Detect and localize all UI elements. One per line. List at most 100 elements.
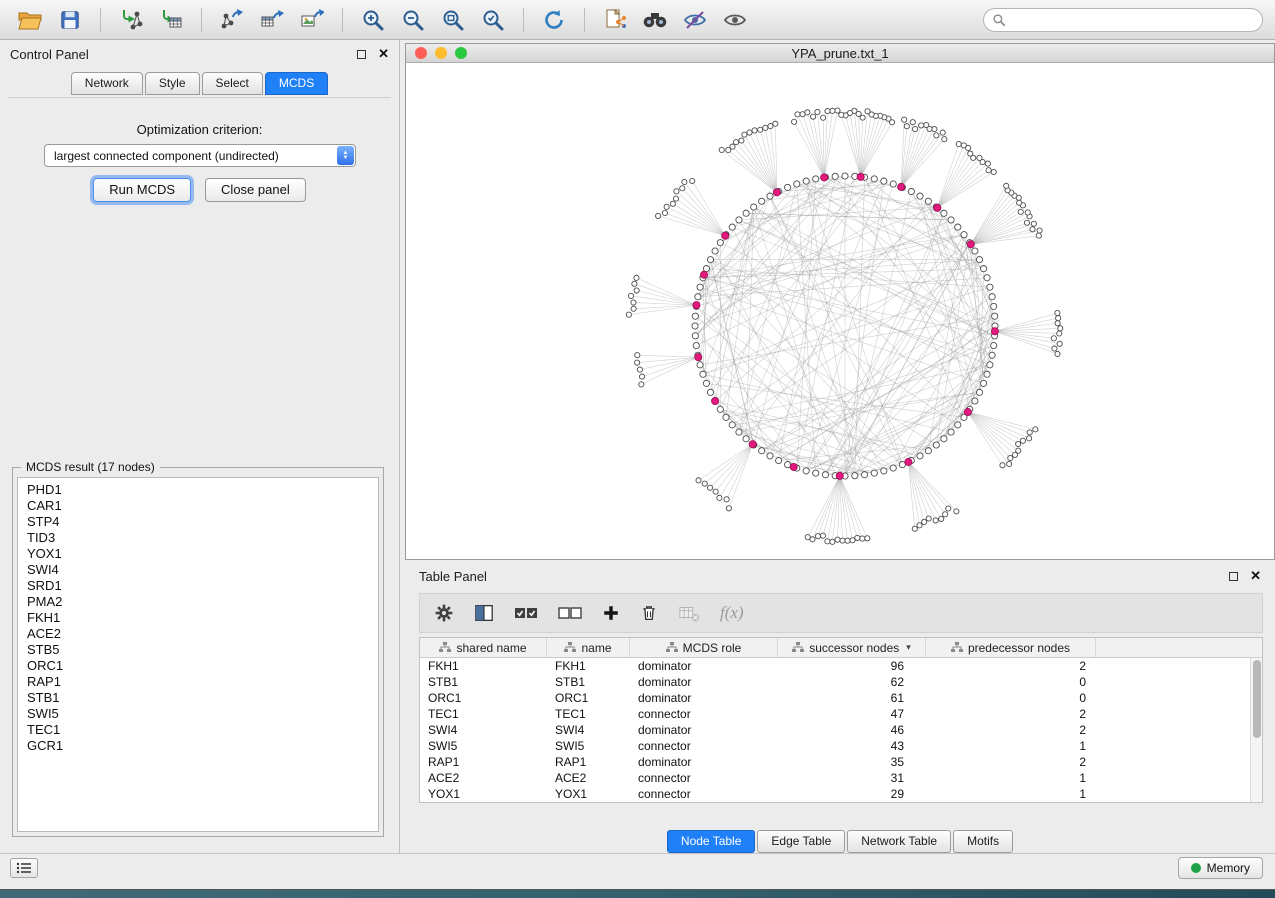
- table-cell: ORC1: [547, 691, 630, 705]
- import-network-button[interactable]: [113, 5, 149, 35]
- network-window-titlebar[interactable]: YPA_prune.txt_1: [406, 44, 1274, 63]
- create-column-button[interactable]: [602, 599, 620, 627]
- close-panel-button[interactable]: Close panel: [205, 178, 306, 202]
- criterion-dropdown[interactable]: largest connected component (undirected)…: [44, 144, 356, 167]
- tab-motifs[interactable]: Motifs: [953, 830, 1013, 853]
- tab-select[interactable]: Select: [202, 72, 263, 95]
- search-field[interactable]: [983, 8, 1263, 32]
- zoom-out-icon: [401, 8, 425, 32]
- table-row[interactable]: RAP1RAP1dominator352: [420, 754, 1250, 770]
- close-table-panel-icon[interactable]: ✕: [1250, 571, 1261, 581]
- network-graph[interactable]: [406, 64, 1273, 559]
- delete-column-button[interactable]: [640, 599, 658, 627]
- scrollbar-thumb[interactable]: [1253, 660, 1261, 738]
- tab-network[interactable]: Network: [71, 72, 143, 95]
- network-nodes[interactable]: [626, 108, 1063, 545]
- table-row[interactable]: FKH1FKH1dominator962: [420, 658, 1250, 674]
- mcds-result-item[interactable]: TID3: [27, 530, 369, 546]
- mcds-result-item[interactable]: ORC1: [27, 658, 369, 674]
- mcds-result-item[interactable]: PHD1: [27, 482, 369, 498]
- mcds-result-item[interactable]: CAR1: [27, 498, 369, 514]
- table-cell: ACE2: [547, 771, 630, 785]
- table-cell: 43: [778, 739, 926, 753]
- export-table-button[interactable]: [254, 5, 290, 35]
- deselect-all-button[interactable]: [558, 599, 582, 627]
- network-canvas[interactable]: [406, 64, 1274, 559]
- table-cell: 1: [926, 787, 1096, 801]
- mcds-result-item[interactable]: SWI4: [27, 562, 369, 578]
- mcds-result-item[interactable]: SWI5: [27, 706, 369, 722]
- export-network-button[interactable]: [214, 5, 250, 35]
- task-history-button[interactable]: [10, 858, 38, 878]
- table-row[interactable]: PHD1PHD1dominator180: [420, 802, 1250, 803]
- tab-node-table[interactable]: Node Table: [667, 830, 756, 853]
- table-cell: dominator: [630, 755, 778, 769]
- search-input[interactable]: [1011, 13, 1254, 27]
- import-table-button[interactable]: [153, 5, 189, 35]
- column-header[interactable]: name: [547, 638, 630, 657]
- float-table-panel-icon[interactable]: [1229, 572, 1238, 581]
- mcds-result-item[interactable]: RAP1: [27, 674, 369, 690]
- tab-style[interactable]: Style: [145, 72, 200, 95]
- table-row[interactable]: ORC1ORC1dominator610: [420, 690, 1250, 706]
- table-panel-title: Table Panel: [419, 569, 487, 584]
- save-button[interactable]: [52, 5, 88, 35]
- mcds-result-item[interactable]: YOX1: [27, 546, 369, 562]
- control-panel-title: Control Panel: [10, 47, 89, 62]
- import-table-icon: [159, 8, 183, 32]
- column-header[interactable]: shared name: [420, 638, 547, 657]
- tab-edge-table[interactable]: Edge Table: [757, 830, 845, 853]
- mcds-result-item[interactable]: SRD1: [27, 578, 369, 594]
- mcds-result-item[interactable]: TEC1: [27, 722, 369, 738]
- table-row[interactable]: STB1STB1dominator620: [420, 674, 1250, 690]
- mcds-result-list[interactable]: PHD1CAR1STP4TID3YOX1SWI4SRD1PMA2FKH1ACE2…: [17, 477, 379, 832]
- zoom-fit-button[interactable]: [435, 5, 471, 35]
- zoom-in-button[interactable]: [355, 5, 391, 35]
- table-settings-button[interactable]: [434, 599, 454, 627]
- mcds-result-item[interactable]: STB1: [27, 690, 369, 706]
- check-all-icon: [514, 606, 538, 620]
- column-sort-icon: [564, 642, 576, 653]
- select-all-button[interactable]: [514, 599, 538, 627]
- run-mcds-button[interactable]: Run MCDS: [93, 178, 191, 202]
- mcds-result-item[interactable]: GCR1: [27, 738, 369, 754]
- column-header[interactable]: MCDS role: [630, 638, 778, 657]
- window-zoom-button[interactable]: [455, 47, 467, 59]
- table-row[interactable]: SWI4SWI4dominator462: [420, 722, 1250, 738]
- show-columns-button[interactable]: [474, 599, 494, 627]
- share-document-button[interactable]: [597, 5, 633, 35]
- column-header[interactable]: predecessor nodes: [926, 638, 1096, 657]
- binoculars-icon: [642, 8, 668, 32]
- table-cell: SWI5: [420, 739, 547, 753]
- open-file-button[interactable]: [12, 5, 48, 35]
- close-panel-icon[interactable]: ✕: [378, 49, 389, 59]
- zoom-out-button[interactable]: [395, 5, 431, 35]
- mcds-result-item[interactable]: FKH1: [27, 610, 369, 626]
- window-minimize-button[interactable]: [435, 47, 447, 59]
- table-row[interactable]: ACE2ACE2connector311: [420, 770, 1250, 786]
- search-network-button[interactable]: [637, 5, 673, 35]
- memory-button[interactable]: Memory: [1178, 857, 1263, 879]
- table-row[interactable]: YOX1YOX1connector291: [420, 786, 1250, 802]
- column-header[interactable]: successor nodes▾: [778, 638, 926, 657]
- hide-details-button[interactable]: [677, 5, 713, 35]
- float-panel-icon[interactable]: [357, 50, 366, 59]
- table-row[interactable]: SWI5SWI5connector431: [420, 738, 1250, 754]
- show-details-button[interactable]: [717, 5, 753, 35]
- mcds-result-item[interactable]: ACE2: [27, 626, 369, 642]
- mcds-result-item[interactable]: STB5: [27, 642, 369, 658]
- refresh-button[interactable]: [536, 5, 572, 35]
- table-scrollbar[interactable]: [1250, 658, 1262, 802]
- mcds-result-item[interactable]: PMA2: [27, 594, 369, 610]
- table-row[interactable]: TEC1TEC1connector472: [420, 706, 1250, 722]
- export-image-button[interactable]: [294, 5, 330, 35]
- eye-slash-icon: [683, 8, 707, 32]
- toolbar-separator: [342, 8, 343, 32]
- tab-network-table[interactable]: Network Table: [847, 830, 951, 853]
- zoom-selected-button[interactable]: [475, 5, 511, 35]
- table-cell: connector: [630, 787, 778, 801]
- tab-mcds[interactable]: MCDS: [265, 72, 328, 95]
- window-close-button[interactable]: [415, 47, 427, 59]
- table-cell: dominator: [630, 659, 778, 673]
- mcds-result-item[interactable]: STP4: [27, 514, 369, 530]
